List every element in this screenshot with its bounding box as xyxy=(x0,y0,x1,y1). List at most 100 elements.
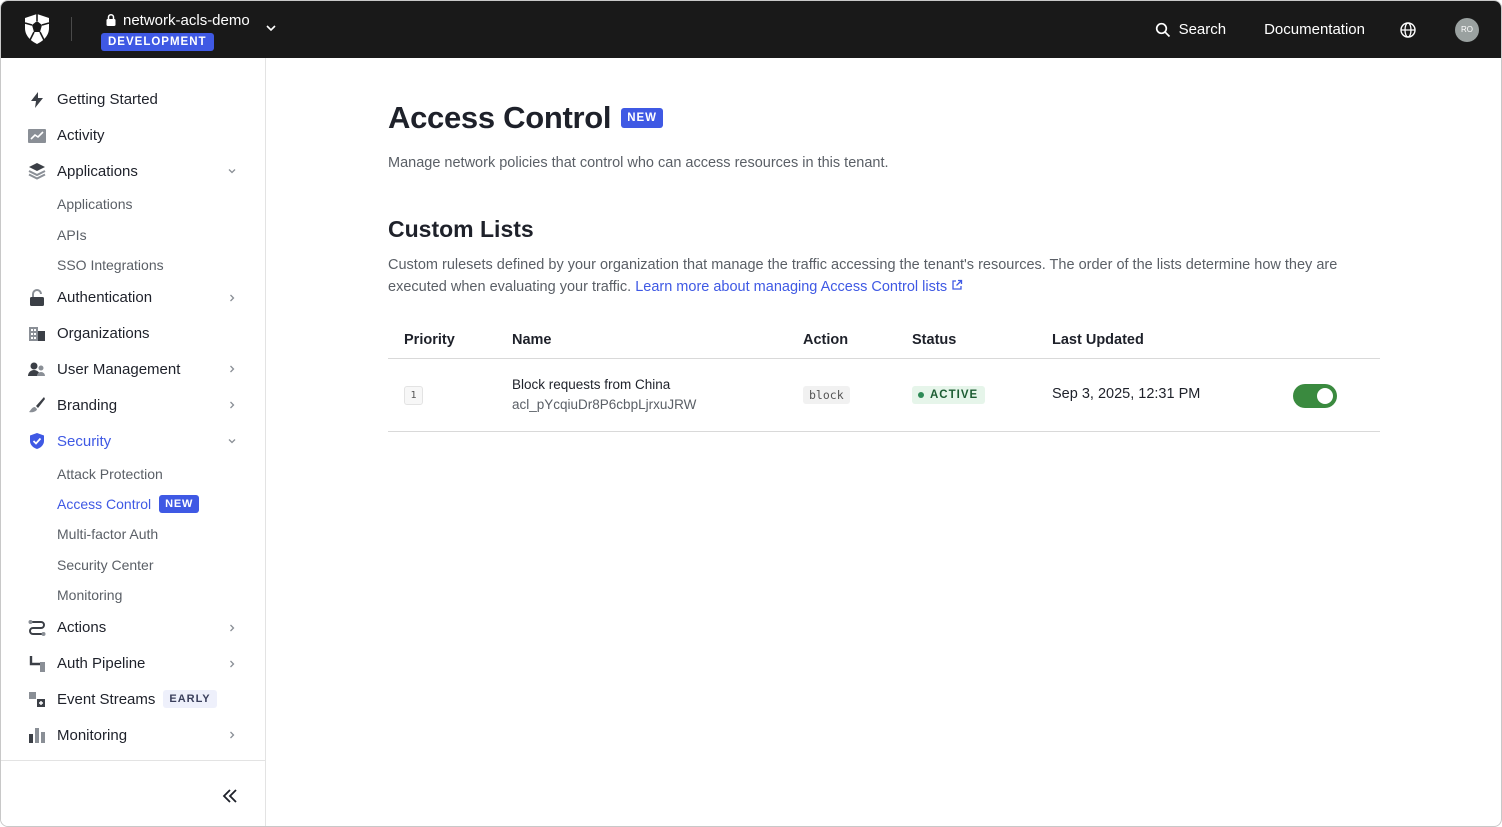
sidebar-item-authentication[interactable]: Authentication xyxy=(1,280,265,316)
sidebar-item-actions[interactable]: Actions xyxy=(1,610,265,646)
table-row[interactable]: 1 Block requests from China acl_pYcqiuDr… xyxy=(388,359,1380,432)
chevron-down-icon[interactable] xyxy=(264,21,278,35)
page-header: Access Control NEW xyxy=(388,100,663,136)
enable-toggle[interactable] xyxy=(1293,384,1337,408)
search-icon xyxy=(1155,22,1171,38)
status-label: ACTIVE xyxy=(930,389,978,401)
auth0-shield-logo-icon[interactable] xyxy=(23,13,51,45)
pipeline-icon xyxy=(28,655,46,673)
documentation-link[interactable]: Documentation xyxy=(1264,21,1365,38)
learn-more-link[interactable]: Learn more about managing Access Control… xyxy=(635,279,963,295)
column-header-priority: Priority xyxy=(404,332,455,348)
sidebar-item-getting-started[interactable]: Getting Started xyxy=(1,82,265,118)
building-icon xyxy=(28,326,46,342)
actions-flow-icon xyxy=(28,619,46,637)
sidebar: Getting Started Activity Applications Ap… xyxy=(1,58,266,827)
brush-icon xyxy=(28,396,46,414)
top-bar: network-acls-demo DEVELOPMENT Search Doc… xyxy=(1,1,1501,58)
sidebar-subitem-sso-integrations[interactable]: SSO Integrations xyxy=(1,250,265,280)
column-header-status: Status xyxy=(912,332,956,348)
layers-icon xyxy=(28,162,46,180)
chevron-right-icon xyxy=(227,623,237,633)
external-link-icon xyxy=(951,279,963,291)
priority-badge: 1 xyxy=(404,386,423,405)
page-title: Access Control xyxy=(388,100,611,136)
collapse-sidebar-icon[interactable] xyxy=(221,787,239,805)
sidebar-item-label: Security xyxy=(57,433,111,450)
column-header-name: Name xyxy=(512,332,552,348)
bolt-icon xyxy=(28,91,46,109)
table-header: Priority Name Action Status Last Updated xyxy=(388,324,1380,359)
sidebar-item-applications[interactable]: Applications xyxy=(1,154,265,190)
sidebar-item-branding[interactable]: Branding xyxy=(1,387,265,423)
list-name[interactable]: Block requests from China xyxy=(512,377,670,392)
sidebar-item-label: Organizations xyxy=(57,325,150,342)
sidebar-item-label: Applications xyxy=(57,163,138,180)
sidebar-subitem-applications[interactable]: Applications xyxy=(1,189,265,219)
learn-more-label: Learn more about managing Access Control… xyxy=(635,279,947,295)
tenant-name: network-acls-demo xyxy=(123,12,250,29)
sidebar-subitem-access-control[interactable]: Access Control NEW xyxy=(1,489,265,519)
sidebar-item-event-streams[interactable]: Event Streams EARLY xyxy=(1,681,265,717)
chevron-right-icon xyxy=(227,659,237,669)
bar-chart-icon xyxy=(28,726,46,744)
sidebar-item-label: Auth Pipeline xyxy=(57,655,145,672)
chevron-down-icon xyxy=(227,166,237,176)
sidebar-item-user-management[interactable]: User Management xyxy=(1,352,265,388)
sidebar-item-label: Getting Started xyxy=(57,91,158,108)
sidebar-item-label: User Management xyxy=(57,361,180,378)
sidebar-item-label: Branding xyxy=(57,397,117,414)
new-badge: NEW xyxy=(159,495,199,513)
activity-chart-icon xyxy=(28,128,46,144)
chevron-right-icon xyxy=(227,364,237,374)
sidebar-item-label: Activity xyxy=(57,127,105,144)
sidebar-item-auth-pipeline[interactable]: Auth Pipeline xyxy=(1,646,265,682)
custom-lists-table: Priority Name Action Status Last Updated… xyxy=(388,324,1380,432)
sidebar-item-label: Event Streams xyxy=(57,691,155,708)
sidebar-item-label: Actions xyxy=(57,619,106,636)
topbar-divider xyxy=(71,17,72,41)
column-header-action: Action xyxy=(803,332,848,348)
tenant-selector[interactable]: network-acls-demo DEVELOPMENT xyxy=(101,10,250,51)
new-badge: NEW xyxy=(621,108,663,128)
page-description: Manage network policies that control who… xyxy=(388,155,889,171)
app-window: network-acls-demo DEVELOPMENT Search Doc… xyxy=(0,0,1502,827)
search-label: Search xyxy=(1179,21,1227,38)
chevron-right-icon xyxy=(227,400,237,410)
sidebar-item-label: Authentication xyxy=(57,289,152,306)
lock-icon xyxy=(29,289,45,307)
status-badge: ACTIVE xyxy=(912,386,985,404)
sidebar-subitem-multi-factor-auth[interactable]: Multi-factor Auth xyxy=(1,519,265,549)
sidebar-item-security[interactable]: Security xyxy=(1,423,265,459)
last-updated: Sep 3, 2025, 12:31 PM xyxy=(1052,386,1200,402)
sidebar-footer xyxy=(1,760,265,827)
sidebar-subitem-security-center[interactable]: Security Center xyxy=(1,550,265,580)
chevron-right-icon xyxy=(227,293,237,303)
early-badge: EARLY xyxy=(163,690,216,708)
globe-icon[interactable] xyxy=(1399,21,1417,39)
users-icon xyxy=(28,361,46,377)
section-description: Custom rulesets defined by your organiza… xyxy=(388,254,1380,298)
column-header-last-updated: Last Updated xyxy=(1052,332,1144,348)
chevron-right-icon xyxy=(227,730,237,740)
sidebar-item-organizations[interactable]: Organizations xyxy=(1,316,265,352)
sidebar-item-label: Monitoring xyxy=(57,727,127,744)
sidebar-subitem-monitoring[interactable]: Monitoring xyxy=(1,580,265,610)
section-title: Custom Lists xyxy=(388,216,534,243)
environment-badge: DEVELOPMENT xyxy=(101,33,214,51)
sidebar-item-activity[interactable]: Activity xyxy=(1,118,265,154)
shield-check-icon xyxy=(29,432,45,450)
list-id: acl_pYcqiuDr8P6cbpLjrxuJRW xyxy=(512,397,696,412)
sidebar-item-monitoring[interactable]: Monitoring xyxy=(1,717,265,753)
sidebar-subitem-label: Access Control xyxy=(57,496,151,512)
sidebar-subitem-apis[interactable]: APIs xyxy=(1,220,265,250)
status-dot-icon xyxy=(918,392,924,398)
toggle-knob xyxy=(1317,388,1333,404)
avatar[interactable]: RO xyxy=(1455,18,1479,42)
event-streams-icon xyxy=(28,690,46,708)
chevron-down-icon xyxy=(227,436,237,446)
action-code: block xyxy=(803,386,850,404)
lock-icon xyxy=(105,13,117,27)
search-button[interactable]: Search xyxy=(1155,21,1227,38)
sidebar-subitem-attack-protection[interactable]: Attack Protection xyxy=(1,459,265,489)
